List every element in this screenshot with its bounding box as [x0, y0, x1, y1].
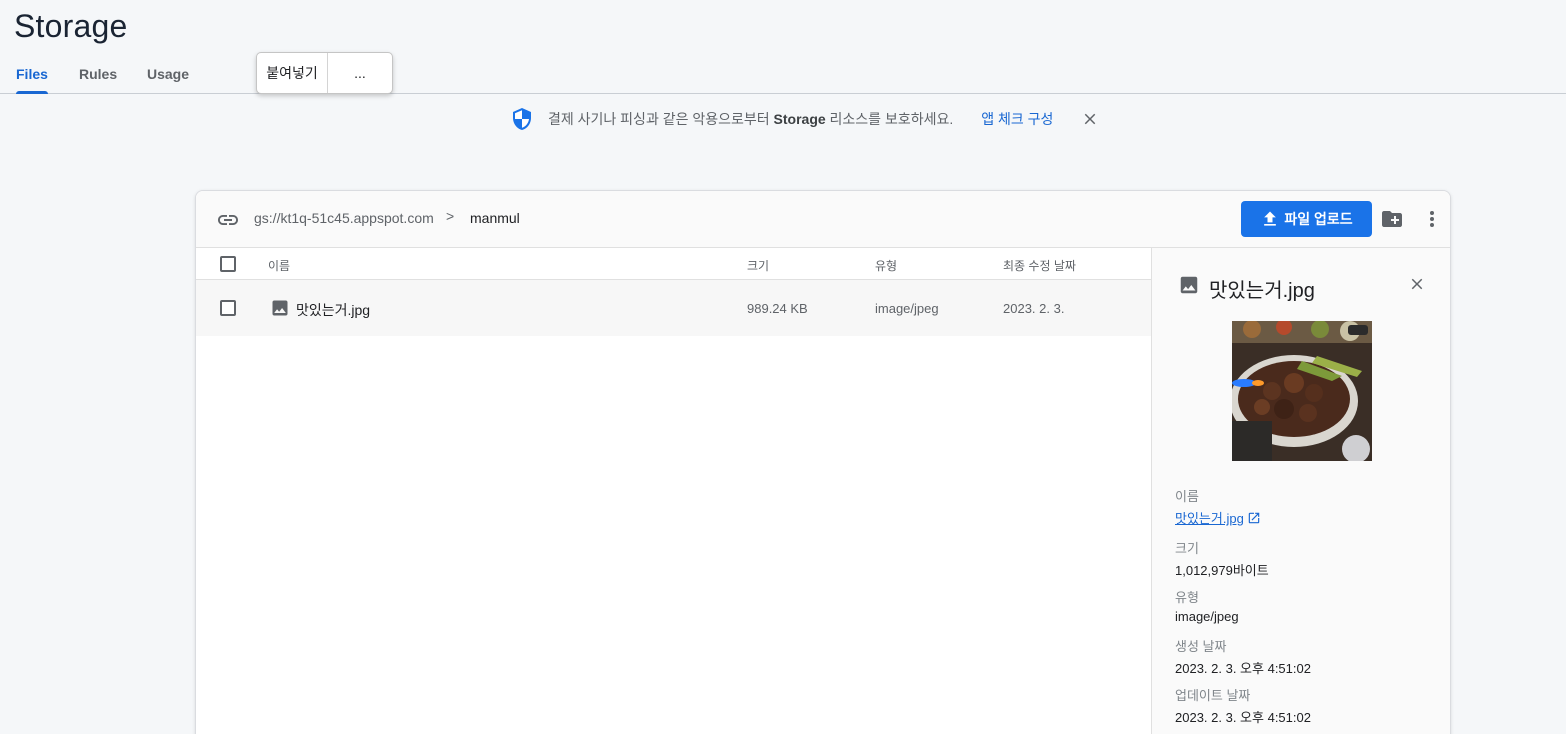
- meta-updated-field: 업데이트 날짜 2023. 2. 3. 오후 4:51:02: [1175, 685, 1311, 726]
- image-icon: [1180, 276, 1198, 294]
- link-icon[interactable]: [216, 208, 240, 232]
- meta-type-label: 유형: [1175, 590, 1199, 605]
- meta-name-field: 이름 맛있는거.jpg: [1175, 486, 1261, 527]
- tab-usage[interactable]: Usage: [147, 66, 189, 94]
- select-all-checkbox[interactable]: [220, 256, 236, 272]
- meta-type-value: image/jpeg: [1175, 609, 1239, 624]
- tab-bar: Files Rules Usage: [0, 52, 1566, 94]
- banner-message: 결제 사기나 피싱과 같은 악용으로부터 Storage 리소스를 보호하세요.: [548, 111, 954, 127]
- current-folder: manmul: [470, 210, 520, 226]
- close-panel-icon[interactable]: [1408, 275, 1426, 293]
- close-icon[interactable]: [1081, 110, 1099, 128]
- meta-updated-value: 2023. 2. 3. 오후 4:51:02: [1175, 710, 1311, 725]
- detail-title: 맛있는거.jpg: [1209, 280, 1315, 302]
- meta-updated-label: 업데이트 날짜: [1175, 688, 1251, 703]
- more-vert-icon[interactable]: [1420, 207, 1444, 231]
- meta-size-value: 1,012,979바이트: [1175, 563, 1269, 578]
- tab-rules[interactable]: Rules: [79, 66, 117, 94]
- paste-button[interactable]: 붙여넣기: [257, 53, 328, 93]
- meta-type-field: 유형 image/jpeg: [1175, 587, 1239, 624]
- upload-file-button[interactable]: 파일 업로드: [1241, 201, 1372, 237]
- bucket-path[interactable]: gs://kt1q-51c45.appspot.com: [254, 210, 434, 226]
- column-modified[interactable]: 최종 수정 날짜: [1003, 257, 1076, 274]
- meta-name-link[interactable]: 맛있는거.jpg: [1175, 508, 1261, 527]
- column-size[interactable]: 크기: [747, 257, 769, 274]
- column-type[interactable]: 유형: [875, 257, 897, 274]
- file-name[interactable]: 맛있는거.jpg: [296, 300, 370, 320]
- table-row[interactable]: 맛있는거.jpg 989.24 KB image/jpeg 2023. 2. 3…: [196, 280, 1151, 336]
- meta-size-label: 크기: [1175, 541, 1199, 556]
- meta-name-label: 이름: [1175, 489, 1199, 504]
- tab-files[interactable]: Files: [16, 66, 48, 94]
- file-type: image/jpeg: [875, 301, 939, 316]
- open-in-new-icon: [1248, 512, 1260, 524]
- file-size: 989.24 KB: [747, 301, 808, 316]
- image-file-icon: [272, 300, 288, 316]
- meta-created-label: 생성 날짜: [1175, 639, 1227, 654]
- app-check-banner: 결제 사기나 피싱과 같은 악용으로부터 Storage 리소스를 보호하세요.…: [510, 106, 1099, 132]
- more-options-button[interactable]: ...: [328, 53, 392, 93]
- breadcrumb-separator: >: [446, 208, 455, 224]
- shield-icon: [513, 108, 531, 130]
- row-checkbox[interactable]: [220, 300, 236, 316]
- configure-app-check-link[interactable]: 앱 체크 구성: [981, 109, 1053, 129]
- meta-created-field: 생성 날짜 2023. 2. 3. 오후 4:51:02: [1175, 636, 1311, 677]
- context-popup: 붙여넣기 ...: [256, 52, 393, 94]
- table-header: 이름 크기 유형 최종 수정 날짜: [196, 248, 1151, 280]
- page-title: Storage: [14, 8, 128, 44]
- browser-toolbar: gs://kt1q-51c45.appspot.com > manmul 파일 …: [196, 191, 1450, 248]
- upload-label: 파일 업로드: [1284, 211, 1353, 227]
- create-folder-icon[interactable]: [1380, 207, 1404, 231]
- file-modified: 2023. 2. 3.: [1003, 301, 1065, 316]
- upload-icon: [1264, 211, 1277, 226]
- meta-size-field: 크기 1,012,979바이트: [1175, 538, 1269, 579]
- meta-created-value: 2023. 2. 3. 오후 4:51:02: [1175, 661, 1311, 676]
- image-preview[interactable]: [1232, 321, 1372, 461]
- column-name[interactable]: 이름: [268, 257, 290, 274]
